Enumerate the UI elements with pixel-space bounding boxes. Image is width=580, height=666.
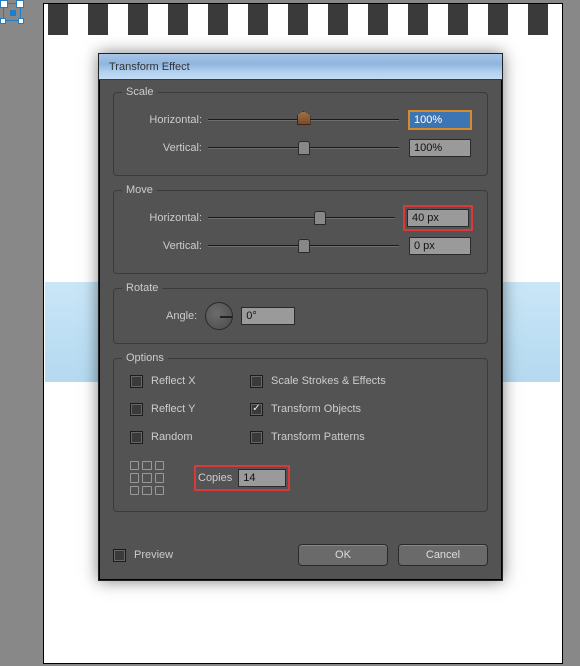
selection-handles[interactable]	[3, 3, 21, 21]
rotate-group: Rotate Angle:	[113, 288, 488, 344]
preview-checkbox[interactable]: Preview	[113, 547, 173, 563]
scale-strokes-checkbox[interactable]: Scale Strokes & Effects	[250, 373, 386, 389]
scale-v-slider[interactable]	[208, 141, 399, 155]
reflect-x-checkbox[interactable]: Reflect X	[130, 373, 250, 389]
move-v-slider[interactable]	[208, 239, 399, 253]
angle-dial[interactable]	[205, 302, 233, 330]
copies-input[interactable]	[238, 469, 286, 487]
angle-label: Angle:	[166, 310, 197, 322]
scale-h-label: Horizontal:	[130, 114, 208, 126]
preview-label: Preview	[134, 549, 173, 561]
move-h-slider[interactable]	[208, 211, 395, 225]
options-legend: Options	[122, 352, 168, 364]
move-v-input[interactable]	[409, 237, 471, 255]
scale-h-slider[interactable]	[208, 113, 399, 127]
anchor-point-grid[interactable]	[130, 461, 164, 495]
move-group: Move Horizontal: Vertical:	[113, 190, 488, 274]
scale-h-input[interactable]	[409, 111, 471, 129]
copies-label: Copies	[198, 472, 232, 484]
scale-group: Scale Horizontal: Vertical:	[113, 92, 488, 176]
dialog-title: Transform Effect	[109, 61, 190, 73]
scale-v-input[interactable]	[409, 139, 471, 157]
reflect-y-checkbox[interactable]: Reflect Y	[130, 401, 250, 417]
transform-patterns-checkbox[interactable]: Transform Patterns	[250, 429, 386, 445]
film-sprocket-row	[43, 4, 563, 35]
dialog-titlebar[interactable]: Transform Effect	[99, 54, 502, 80]
scale-v-label: Vertical:	[130, 142, 208, 154]
reflect-y-label: Reflect Y	[151, 403, 195, 415]
options-group: Options Reflect X Reflect Y Random	[113, 358, 488, 512]
transform-patterns-label: Transform Patterns	[271, 431, 365, 443]
transform-effect-dialog: Transform Effect Scale Horizontal: Verti…	[98, 53, 503, 581]
ok-button[interactable]: OK	[298, 544, 388, 566]
move-h-input[interactable]	[407, 209, 469, 227]
move-v-label: Vertical:	[130, 240, 208, 252]
random-label: Random	[151, 431, 193, 443]
transform-objects-label: Transform Objects	[271, 403, 361, 415]
random-checkbox[interactable]: Random	[130, 429, 250, 445]
scale-legend: Scale	[122, 86, 158, 98]
transform-objects-checkbox[interactable]: Transform Objects	[250, 401, 386, 417]
angle-input[interactable]	[241, 307, 295, 325]
move-legend: Move	[122, 184, 157, 196]
cancel-button[interactable]: Cancel	[398, 544, 488, 566]
reflect-x-label: Reflect X	[151, 375, 196, 387]
rotate-legend: Rotate	[122, 282, 162, 294]
scale-strokes-label: Scale Strokes & Effects	[271, 375, 386, 387]
move-h-label: Horizontal:	[130, 212, 208, 224]
